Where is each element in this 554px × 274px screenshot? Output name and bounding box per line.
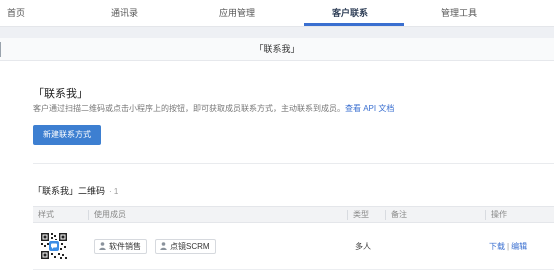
- divider: [33, 163, 554, 164]
- create-contact-button[interactable]: 新建联系方式: [33, 125, 101, 145]
- list-title: 「联系我」二维码 · 1: [33, 184, 118, 197]
- col-note: 备注: [391, 210, 407, 219]
- col-separator: [385, 210, 386, 220]
- tab-home[interactable]: 首页: [7, 0, 25, 27]
- col-style: 样式: [38, 210, 54, 219]
- qr-code-icon[interactable]: [40, 232, 68, 260]
- main-panel: 「联系我」 「联系我」 客户通过扫描二维码或点击小程序上的按钮，即可获取成员联系…: [0, 38, 554, 274]
- row-actions: 下载 | 编辑: [489, 241, 527, 252]
- description-text: 客户通过扫描二维码或点击小程序上的按钮，即可获取成员联系方式，主动联系到成员。: [33, 104, 345, 113]
- download-link[interactable]: 下载: [489, 242, 505, 251]
- tab-app-management[interactable]: 应用管理: [219, 0, 255, 27]
- person-icon: [160, 242, 167, 250]
- col-actions: 操作: [491, 210, 507, 219]
- edit-link[interactable]: 编辑: [511, 242, 527, 251]
- member-tag: 点镜SCRM: [155, 239, 216, 254]
- person-icon: [99, 242, 106, 250]
- table-header: 样式 使用成员 类型 备注 操作: [33, 206, 554, 223]
- page-header: 「联系我」: [0, 38, 554, 61]
- list-title-text: 「联系我」二维码: [33, 186, 106, 196]
- section-title: 「联系我」: [33, 88, 88, 100]
- col-type: 类型: [353, 210, 369, 219]
- member-name: 点镜SCRM: [170, 242, 210, 251]
- action-separator: |: [507, 242, 510, 251]
- top-nav: 首页 通讯录 应用管理 客户联系 管理工具: [0, 0, 554, 27]
- qr-code-table: 样式 使用成员 类型 备注 操作 软件销售 点镜SCRM 多人 下载 | 编辑: [33, 206, 554, 270]
- cell-type: 多人: [355, 242, 371, 251]
- col-members: 使用成员: [94, 210, 126, 219]
- tab-management-tools[interactable]: 管理工具: [441, 0, 477, 27]
- col-separator: [347, 210, 348, 220]
- api-doc-link[interactable]: 查看 API 文档: [345, 104, 394, 113]
- col-separator: [88, 210, 89, 220]
- page-title: 「联系我」: [254, 44, 300, 54]
- member-name: 软件销售: [109, 242, 141, 251]
- member-tag: 软件销售: [94, 239, 147, 254]
- col-separator: [485, 210, 486, 220]
- table-row: 软件销售 点镜SCRM 多人 下载 | 编辑: [33, 223, 554, 270]
- list-count: · 1: [109, 187, 119, 196]
- tab-contacts[interactable]: 通讯录: [111, 0, 138, 27]
- section-description: 客户通过扫描二维码或点击小程序上的按钮，即可获取成员联系方式，主动联系到成员。查…: [33, 103, 394, 114]
- active-tab-indicator: [304, 23, 404, 26]
